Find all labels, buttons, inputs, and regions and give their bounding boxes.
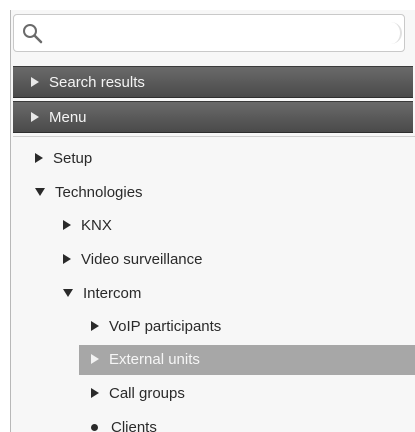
tree-item-label: Technologies	[55, 184, 143, 201]
triangle-down-icon	[35, 188, 45, 197]
menu-header[interactable]: Menu	[13, 101, 413, 133]
tree-item-label: KNX	[81, 217, 112, 234]
tree-item-label: Video surveillance	[81, 251, 203, 268]
triangle-right-icon	[35, 153, 43, 164]
tree-item-label: Call groups	[109, 385, 185, 402]
triangle-right-icon	[31, 77, 39, 88]
triangle-down-icon	[63, 289, 73, 298]
tree-item-technologies[interactable]: Technologies	[35, 179, 143, 207]
tree-item-setup[interactable]: Setup	[35, 145, 92, 173]
tree-item-knx[interactable]: KNX	[63, 212, 112, 240]
tree-item-intercom[interactable]: Intercom	[63, 280, 141, 308]
triangle-right-icon	[63, 254, 71, 265]
tree-item-call-groups[interactable]: Call groups	[91, 380, 185, 408]
search-results-header[interactable]: Search results	[13, 66, 413, 98]
navigation-panel: Search results Menu Setup Technologies K…	[10, 10, 415, 432]
search-results-label: Search results	[49, 74, 145, 91]
bullet-icon	[91, 423, 98, 431]
tree-item-label: VoIP participants	[109, 318, 222, 335]
tree-item-label: External units	[109, 351, 200, 368]
tree-item-video-surveillance[interactable]: Video surveillance	[63, 246, 202, 274]
triangle-right-icon	[31, 112, 39, 123]
search-input[interactable]	[50, 19, 394, 49]
tree-item-label: Intercom	[83, 285, 142, 302]
menu-tree: Setup Technologies KNX Video surveillanc…	[13, 136, 415, 432]
triangle-right-icon	[91, 388, 99, 399]
tree-item-label: Clients	[111, 419, 157, 432]
search-bar[interactable]	[13, 14, 405, 52]
tree-item-label: Setup	[53, 150, 93, 167]
search-icon	[23, 24, 43, 44]
tree-item-clients[interactable]: Clients	[91, 414, 157, 432]
tree-item-external-units[interactable]: External units	[91, 346, 200, 374]
triangle-right-icon	[91, 354, 99, 365]
menu-label: Menu	[49, 109, 87, 126]
triangle-right-icon	[63, 220, 71, 231]
tree-item-voip-participants[interactable]: VoIP participants	[91, 313, 221, 341]
search-field-edge	[390, 22, 402, 44]
triangle-right-icon	[91, 321, 99, 332]
